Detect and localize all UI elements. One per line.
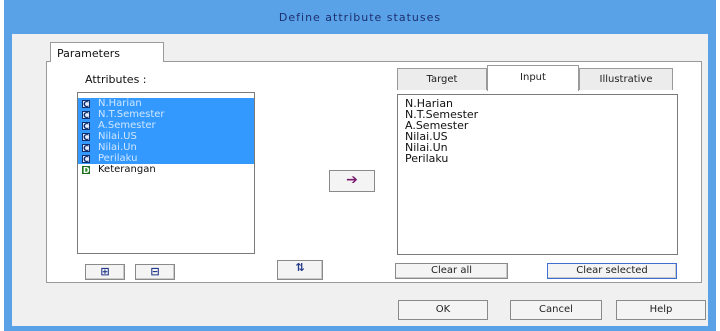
tab-parameters[interactable]: Parameters: [50, 42, 164, 62]
parameters-panel: Attributes : C N.Harian C N.T.Semester C…: [46, 61, 702, 283]
clear-all-button[interactable]: Clear all: [395, 263, 508, 279]
list-item[interactable]: Perilaku: [405, 153, 677, 164]
help-button[interactable]: Help: [616, 300, 706, 320]
attribute-label: Perilaku: [98, 153, 138, 164]
tab-input[interactable]: Input: [487, 65, 579, 91]
sort-ascending-button[interactable]: ⊞: [85, 264, 125, 280]
attribute-label: Keterangan: [98, 164, 156, 175]
dialog-window: Define attribute statuses Parameters Att…: [4, 0, 716, 331]
continuous-icon: C: [82, 121, 90, 131]
sort-alphabetical-button[interactable]: ⇅: [277, 260, 323, 280]
attribute-label: Nilai.US: [98, 131, 137, 142]
sort-alphabetical-icon: ⇅: [295, 261, 305, 274]
attribute-item-keterangan[interactable]: D Keterangan: [78, 164, 254, 175]
dialog-client-area: Parameters Attributes : C N.Harian C N.T…: [12, 34, 708, 326]
attribute-label: N.T.Semester: [98, 109, 165, 120]
tab-target[interactable]: Target: [397, 68, 487, 90]
add-to-input-button[interactable]: ➔: [329, 170, 375, 192]
attribute-label: N.Harian: [98, 98, 142, 109]
continuous-icon: C: [82, 110, 90, 120]
attribute-item-a-semester[interactable]: C A.Semester: [78, 120, 254, 131]
tab-illustrative[interactable]: Illustrative: [579, 68, 673, 90]
arrow-right-icon: ➔: [346, 172, 358, 188]
window-title: Define attribute statuses: [278, 11, 442, 24]
continuous-icon: C: [82, 143, 90, 153]
sort-descending-button[interactable]: ⊟: [135, 264, 175, 280]
attribute-label: A.Semester: [98, 120, 156, 131]
attribute-item-n-harian[interactable]: C N.Harian: [78, 98, 254, 109]
attribute-label: Nilai.Un: [98, 142, 137, 153]
input-attributes-list[interactable]: N.Harian N.T.Semester A.Semester Nilai.U…: [397, 94, 678, 255]
continuous-icon: C: [82, 99, 90, 109]
attributes-label: Attributes :: [85, 73, 147, 86]
attribute-item-nilai-us[interactable]: C Nilai.US: [78, 131, 254, 142]
attribute-item-perilaku[interactable]: C Perilaku: [78, 153, 254, 164]
attribute-item-nilai-un[interactable]: C Nilai.Un: [78, 142, 254, 153]
attributes-list[interactable]: C N.Harian C N.T.Semester C A.Semester C…: [77, 92, 255, 254]
clear-selected-button[interactable]: Clear selected: [547, 263, 677, 279]
sort-ascending-icon: ⊞: [100, 265, 110, 278]
discrete-icon: D: [82, 165, 90, 175]
continuous-icon: C: [82, 154, 90, 164]
attribute-item-n-t-semester[interactable]: C N.T.Semester: [78, 109, 254, 120]
cancel-button[interactable]: Cancel: [510, 300, 602, 320]
continuous-icon: C: [82, 132, 90, 142]
ok-button[interactable]: OK: [398, 300, 488, 320]
sort-descending-icon: ⊟: [150, 265, 160, 278]
